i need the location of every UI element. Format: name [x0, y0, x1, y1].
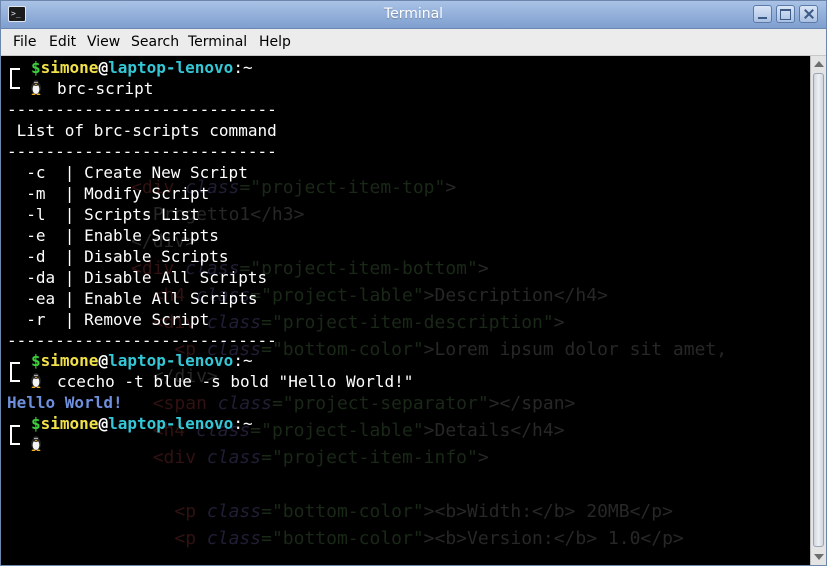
prompt-line: $simone@laptop-lenovo:~	[31, 350, 253, 371]
prompt-at: @	[98, 58, 109, 77]
prompt-user: simone	[40, 351, 99, 370]
option-line: -c | Create New Script	[7, 163, 248, 182]
terminal-window: >_ Terminal File Edit View Search Termin…	[0, 0, 827, 566]
prompt-user: simone	[40, 414, 99, 433]
penguin-icon	[31, 373, 41, 388]
menu-view[interactable]: View	[87, 34, 120, 50]
prompt-host: laptop-lenovo	[108, 58, 234, 77]
title-bar[interactable]: >_ Terminal	[1, 1, 826, 29]
prompt-path: :~	[233, 414, 253, 433]
prompt-path: :~	[233, 58, 253, 77]
prompt-at: @	[98, 414, 109, 433]
prompt-path: :~	[233, 351, 253, 370]
command-line: ccecho -t blue -s bold "Hello World!"	[57, 372, 414, 391]
prompt-symbol: $	[31, 58, 41, 77]
command-output: Hello World!	[7, 393, 123, 412]
prompt-symbol: $	[31, 414, 41, 433]
close-button[interactable]	[799, 5, 818, 23]
separator-line: ----------------------------	[7, 331, 277, 350]
prompt-host: laptop-lenovo	[108, 414, 234, 433]
scrollbar-thumb[interactable]	[813, 73, 824, 547]
prompt-user: simone	[40, 58, 99, 77]
penguin-icon	[31, 436, 41, 451]
bg-code-line: <div class="project-item-info">	[152, 447, 489, 468]
option-line: -l | Scripts List	[7, 205, 200, 224]
bg-code-line: <p class="bottom-color"><b>Version:</b> …	[174, 528, 684, 549]
prompt-corner-bottom	[10, 434, 20, 445]
maximize-button[interactable]	[776, 5, 795, 23]
menu-bar: File Edit View Search Terminal Help	[1, 29, 826, 56]
option-line: -da | Disable All Scripts	[7, 268, 268, 287]
bg-code-line: <p class="bottom-color"><b>Width:</b> 20…	[174, 501, 673, 522]
option-line: -ea | Enable All Scripts	[7, 289, 258, 308]
option-line: -e | Enable Scripts	[7, 226, 219, 245]
prompt-corner-bottom	[10, 371, 20, 382]
option-line: -d | Disable Scripts	[7, 247, 229, 266]
menu-file[interactable]: File	[13, 34, 36, 50]
prompt-corner-bottom	[10, 78, 20, 89]
menu-terminal[interactable]: Terminal	[188, 34, 247, 50]
menu-help[interactable]: Help	[259, 34, 291, 50]
separator-line: ----------------------------	[7, 100, 277, 119]
command-line: brc-script	[57, 79, 154, 98]
scroll-up-icon[interactable]	[814, 61, 824, 67]
prompt-host: laptop-lenovo	[108, 351, 234, 370]
window-title: Terminal	[383, 6, 444, 22]
option-line: -m | Modify Script	[7, 184, 210, 203]
prompt-line: $simone@laptop-lenovo:~	[31, 413, 253, 434]
separator-line: ----------------------------	[7, 142, 277, 161]
vertical-scrollbar[interactable]	[810, 56, 826, 565]
heading-line: List of brc-scripts command	[7, 121, 277, 140]
minimize-button[interactable]	[753, 5, 772, 23]
terminal-area[interactable]: <div class="project-item-top"> Progetto1…	[1, 56, 810, 565]
option-line: -r | Remove Script	[7, 310, 210, 329]
scroll-down-icon[interactable]	[814, 554, 824, 560]
menu-search[interactable]: Search	[131, 34, 179, 50]
prompt-at: @	[98, 351, 109, 370]
prompt-line: $simone@laptop-lenovo:~	[31, 57, 253, 78]
menu-edit[interactable]: Edit	[49, 34, 76, 50]
prompt-symbol: $	[31, 351, 41, 370]
penguin-icon	[31, 80, 41, 95]
